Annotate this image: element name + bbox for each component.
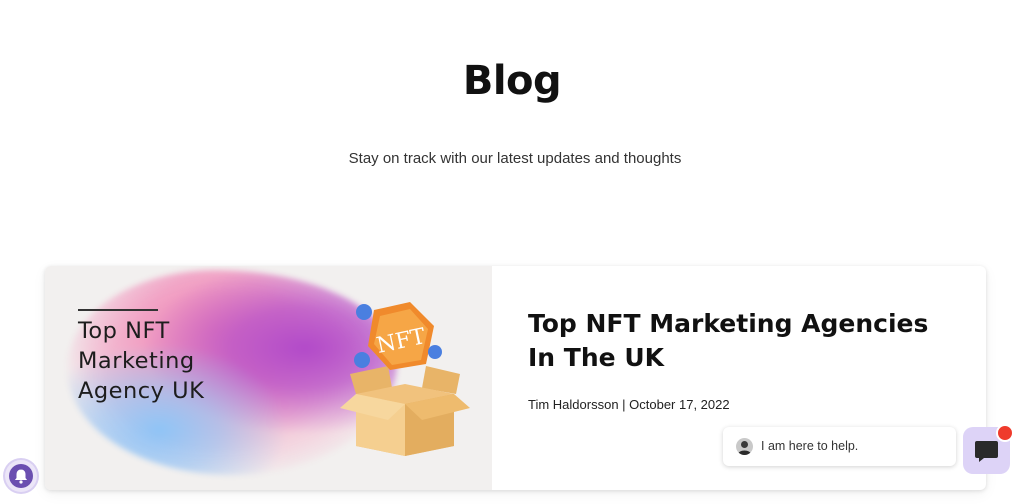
unread-badge: [996, 424, 1014, 442]
image-divider: [78, 309, 158, 311]
page-subtitle: Stay on track with our latest updates an…: [348, 150, 682, 167]
bell-icon: [9, 464, 33, 488]
page-title: Blog: [462, 58, 562, 104]
agent-avatar: [736, 438, 753, 455]
chat-prompt-bubble[interactable]: I am here to help.: [723, 427, 956, 466]
image-headline-line: Agency UK: [78, 378, 205, 404]
image-headline: Top NFT Marketing Agency UK: [78, 316, 338, 406]
notification-button[interactable]: [5, 460, 37, 492]
featured-post-image[interactable]: Top NFT Marketing Agency UK NFT: [45, 266, 492, 490]
post-title[interactable]: Top NFT Marketing Agencies In The UK: [528, 307, 958, 375]
nft-box-illustration: NFT: [340, 302, 470, 456]
image-headline-line: Marketing: [78, 348, 195, 374]
image-headline-line: Top NFT: [78, 318, 170, 344]
post-meta: Tim Haldorsson | October 17, 2022: [528, 397, 730, 412]
chat-prompt-text: I am here to help.: [761, 439, 859, 453]
